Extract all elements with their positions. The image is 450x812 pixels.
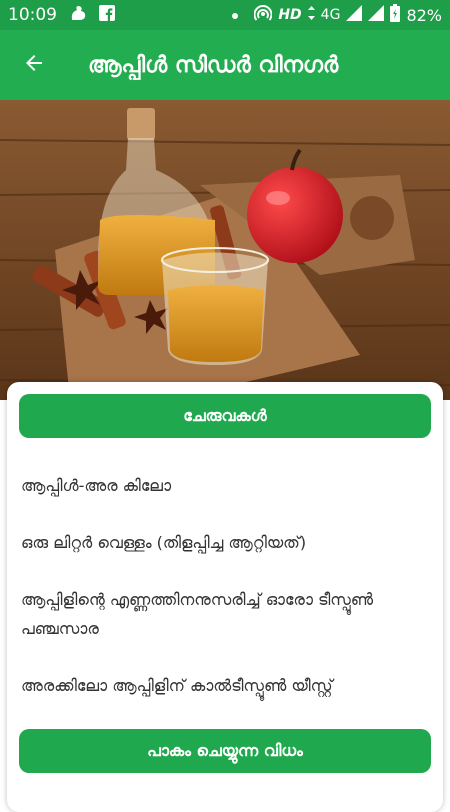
battery-percent: 82% — [406, 5, 442, 25]
dot-icon — [232, 7, 239, 23]
page-title: ആപ്പിൾ സിഡർ വിനഗർ — [88, 52, 339, 78]
signal-icon-2 — [368, 5, 385, 25]
status-bar: 10:09 HD 4G 82% — [0, 0, 450, 30]
arrow-back-icon — [22, 51, 46, 79]
ingredient-item-4: അരക്കിലോ ആപ്പിളിന് കാൽടീസ്പൂൺ യീസ്റ്റ് — [21, 676, 333, 695]
signal-type-label: 4G — [320, 7, 341, 23]
status-time: 10:09 — [8, 5, 57, 25]
ingredient-item-2: ഒരു ലിറ്റർ വെള്ളം (തിളപ്പിച്ച ആറ്റിയത്) — [21, 533, 307, 552]
method-button[interactable]: പാകം ചെയ്യുന്ന വിധം — [19, 729, 431, 773]
network-label: HD — [278, 7, 302, 23]
data-arrows-icon — [307, 6, 315, 24]
ingredient-item-1: ആപ്പിൾ-അര കിലോ — [21, 476, 172, 495]
back-button[interactable] — [6, 37, 62, 93]
battery-icon — [390, 4, 401, 26]
ingredient-item-3: ആപ്പിളിന്റെ എണ്ണത്തിനനുസരിച്ച് ഓരോ ടീസ്പ… — [21, 590, 374, 638]
recipe-card: ചേരുവകൾ ആപ്പിൾ-അര കിലോ ഒരു ലിറ്റർ വെള്ളം… — [7, 382, 443, 812]
facebook-icon — [99, 4, 115, 26]
recipe-image — [0, 100, 450, 400]
squirrel-app-icon — [69, 4, 89, 27]
hotspot-icon — [253, 4, 273, 26]
app-bar: ആപ്പിൾ സിഡർ വിനഗർ — [0, 30, 450, 100]
ingredients-button[interactable]: ചേരുവകൾ — [19, 394, 431, 438]
signal-icon — [346, 5, 363, 25]
